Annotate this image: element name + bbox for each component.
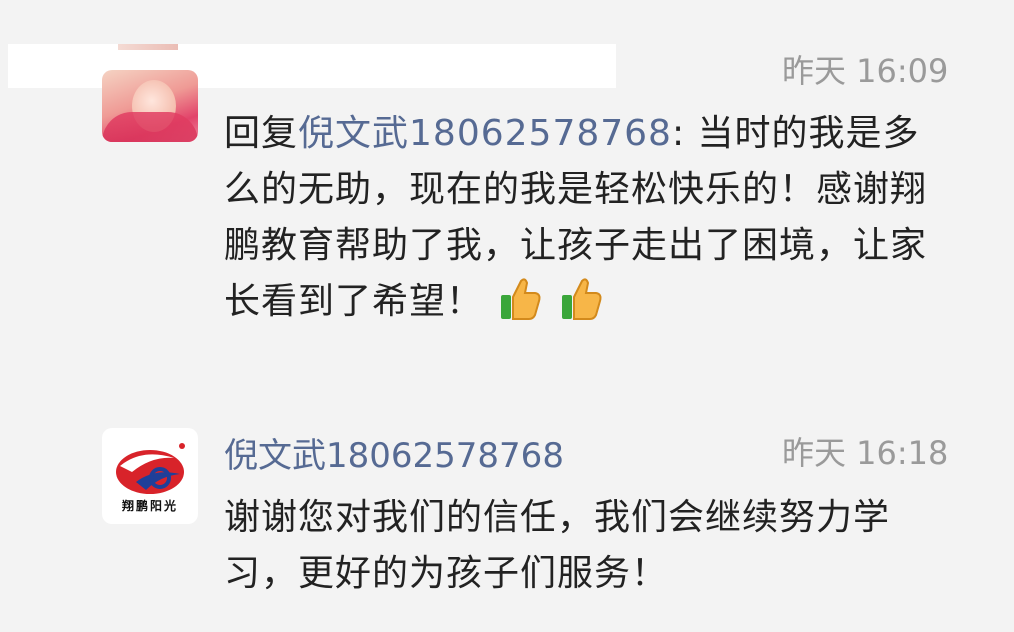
comment-text[interactable]: 谢谢您对我们的信任，我们会继续努力学习，更好的为孩子们服务！ — [224, 490, 954, 602]
author-name[interactable]: 倪文武18062578768 — [224, 428, 564, 477]
comment-time: 昨天 16:18 — [782, 434, 949, 472]
reply-prefix: 回复 — [224, 113, 299, 154]
bird-logo-icon — [116, 443, 185, 494]
avatar[interactable] — [102, 70, 198, 142]
redacted-author-name — [8, 44, 616, 88]
thumbs-up-icon — [556, 275, 604, 323]
comment-time: 昨天 16:09 — [782, 52, 949, 90]
redaction-artifact — [118, 44, 178, 50]
logo-text: 翔鹏阳光 — [121, 499, 178, 513]
comment-text[interactable]: 回复倪文武18062578768: 当时的我是多么的无助，现在的我是轻松快乐的！… — [224, 106, 954, 330]
avatar-hood — [102, 112, 198, 142]
thumbs-up-icon — [495, 275, 543, 323]
avatar-logo[interactable]: 翔鹏阳光 — [102, 428, 198, 524]
mention-link[interactable]: 倪文武18062578768 — [298, 113, 672, 154]
